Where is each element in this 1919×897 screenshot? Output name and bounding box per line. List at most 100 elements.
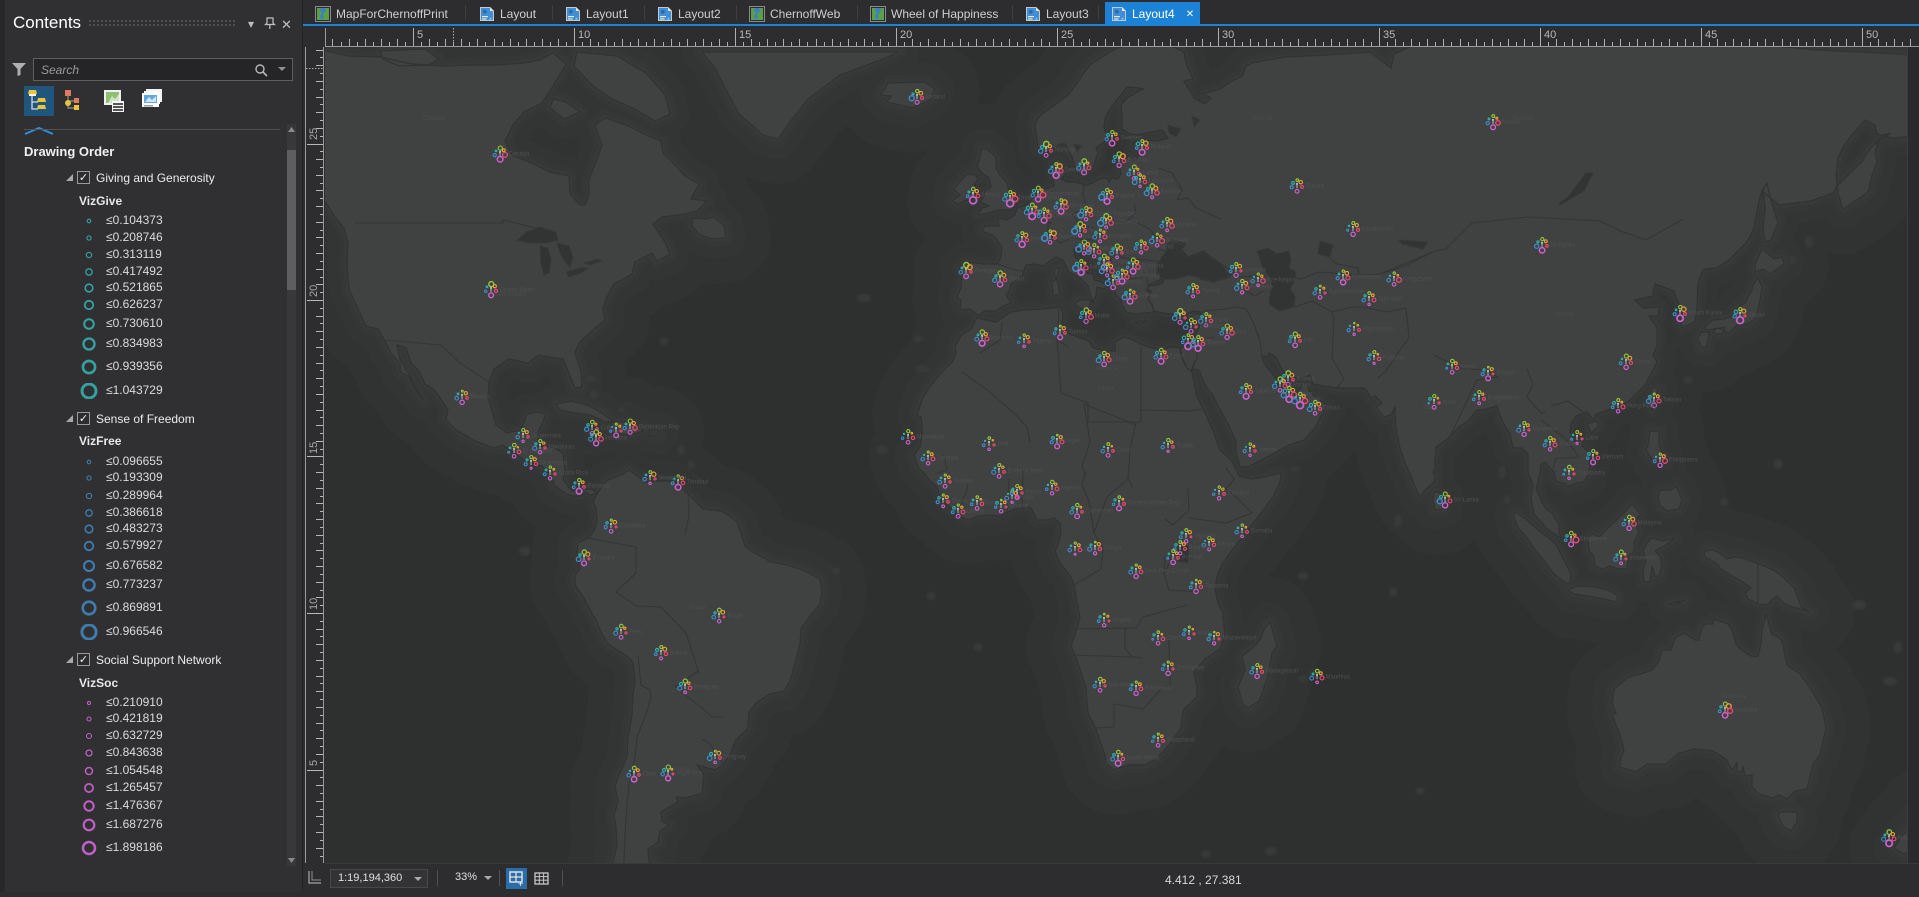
svg-text:South Africa: South Africa xyxy=(1127,756,1160,762)
svg-text:Romania: Romania xyxy=(1150,245,1175,251)
svg-text:Cameroon: Cameroon xyxy=(1086,509,1114,515)
svg-text:Canada: Canada xyxy=(423,115,446,122)
svg-text:Mozambique: Mozambique xyxy=(1223,636,1258,642)
svg-text:Chad: Chad xyxy=(1117,448,1131,454)
svg-text:Burundi: Burundi xyxy=(1182,555,1203,561)
svg-text:Lebanon: Lebanon xyxy=(1200,324,1223,330)
svg-text:Benin: Benin xyxy=(1026,490,1041,496)
svg-text:Turkey: Turkey xyxy=(1202,289,1220,295)
svg-text:Mauritius: Mauritius xyxy=(1326,675,1350,681)
svg-text:Colombia: Colombia xyxy=(620,524,646,530)
svg-text:Armenia: Armenia xyxy=(1251,285,1274,291)
svg-text:Mongolia: Mongolia xyxy=(1551,243,1576,249)
svg-text:Morocco: Morocco xyxy=(991,336,1015,342)
svg-text:Cyprus: Cyprus xyxy=(1189,315,1208,321)
svg-text:Ireland: Ireland xyxy=(982,193,1000,199)
svg-text:Honduras: Honduras xyxy=(549,445,575,451)
svg-text:Malaysia: Malaysia xyxy=(1638,521,1662,527)
svg-text:Italy: Italy xyxy=(1090,265,1101,271)
svg-text:Venezuela: Venezuela xyxy=(659,476,688,482)
svg-text:United States: United States xyxy=(500,288,536,294)
svg-text:Iraq: Iraq xyxy=(1236,330,1246,336)
svg-text:Belarus: Belarus xyxy=(1161,190,1181,196)
svg-text:Nicaragua: Nicaragua xyxy=(540,461,568,467)
svg-text:Finland: Finland xyxy=(1151,145,1171,151)
svg-text:Libya: Libya xyxy=(1113,357,1128,363)
svg-text:Madagascar: Madagascar xyxy=(1266,669,1299,675)
svg-text:Kenya: Kenya xyxy=(1218,542,1236,548)
svg-text:Swaziland: Swaziland xyxy=(1167,738,1194,744)
svg-text:Ghana: Ghana xyxy=(1010,504,1029,510)
svg-text:Sri Lanka: Sri Lanka xyxy=(1454,498,1480,504)
svg-text:Hungary: Hungary xyxy=(1109,234,1132,240)
svg-text:Sudan: Sudan xyxy=(1177,444,1194,450)
svg-text:Pakistan: Pakistan xyxy=(1383,356,1406,362)
svg-text:Hong Kong: Hong Kong xyxy=(1627,404,1657,410)
svg-text:Singapore: Singapore xyxy=(1580,537,1608,543)
svg-text:Azerbaijan: Azerbaijan xyxy=(1267,278,1295,284)
svg-text:Laos: Laos xyxy=(1586,436,1599,442)
svg-text:Bulgaria: Bulgaria xyxy=(1142,264,1165,270)
svg-text:Guinea: Guinea xyxy=(954,479,974,485)
svg-text:Iceland: Iceland xyxy=(926,95,945,101)
svg-text:+: + xyxy=(518,879,523,889)
svg-text:Nigeria: Nigeria xyxy=(1061,486,1081,492)
svg-text:Czech Republic: Czech Republic xyxy=(1095,212,1137,218)
svg-text:Portugal: Portugal xyxy=(975,269,997,275)
svg-text:Nepal: Nepal xyxy=(1461,365,1477,371)
svg-text:Bolivia: Bolivia xyxy=(670,651,688,657)
svg-text:Canada: Canada xyxy=(509,152,531,158)
svg-text:Myanmar: Myanmar xyxy=(1533,427,1558,433)
svg-text:Spain: Spain xyxy=(1009,277,1024,283)
svg-text:Peru: Peru xyxy=(630,630,643,636)
svg-text:Dem Rep Congo: Dem Rep Congo xyxy=(1145,569,1190,575)
svg-text:Guatemala: Guatemala xyxy=(532,434,562,440)
svg-text:Uzbekistan: Uzbekistan xyxy=(1352,275,1382,281)
svg-text:Argentina: Argentina xyxy=(677,771,703,777)
svg-text:Uruguay: Uruguay xyxy=(724,755,747,761)
svg-text:Mexico: Mexico xyxy=(471,395,491,401)
svg-text:Japan: Japan xyxy=(1749,313,1765,319)
svg-text:Slovakia: Slovakia xyxy=(1115,220,1138,226)
svg-text:Cambodia: Cambodia xyxy=(1578,471,1606,477)
svg-text:Yemen: Yemen xyxy=(1259,448,1277,454)
svg-text:Bhutan: Bhutan xyxy=(1497,371,1516,377)
svg-text:Sweden: Sweden xyxy=(1121,136,1143,142)
svg-text:Ethiopia: Ethiopia xyxy=(1228,491,1250,497)
svg-text:Kazakhstan: Kazakhstan xyxy=(1362,227,1393,233)
svg-text:Australia: Australia xyxy=(1734,708,1758,714)
svg-text:Malta: Malta xyxy=(1095,314,1110,320)
svg-text:China: China xyxy=(1556,311,1573,318)
svg-text:Tajikistan: Tajikistan xyxy=(1378,297,1403,303)
svg-text:Turkmenistan: Turkmenistan xyxy=(1329,290,1365,296)
svg-text:Russia: Russia xyxy=(1253,115,1273,122)
svg-text:Netherlands: Netherlands xyxy=(1047,192,1079,198)
svg-text:Moldova: Moldova xyxy=(1166,238,1189,244)
svg-text:Uganda: Uganda xyxy=(1195,534,1217,540)
svg-text:Estonia: Estonia xyxy=(1128,158,1149,164)
svg-text:Niger: Niger xyxy=(1066,439,1080,445)
svg-text:Dominican Rep: Dominican Rep xyxy=(639,425,681,431)
svg-text:Tunisia: Tunisia xyxy=(1069,330,1089,336)
svg-text:Bahrain: Bahrain xyxy=(1289,383,1310,389)
svg-text:Brazil: Brazil xyxy=(689,604,706,611)
svg-text:Panama: Panama xyxy=(588,484,611,490)
svg-text:Mali: Mali xyxy=(998,442,1009,448)
svg-text:Latvia: Latvia xyxy=(1143,171,1160,177)
svg-text:Namibia: Namibia xyxy=(1109,683,1132,689)
svg-text:Rwanda: Rwanda xyxy=(1189,546,1212,552)
svg-text:Trinidad: Trinidad xyxy=(687,480,708,486)
svg-text:Senegal: Senegal xyxy=(937,456,959,462)
svg-text:Brazil: Brazil xyxy=(728,614,743,620)
svg-text:India: India xyxy=(1423,404,1437,411)
svg-text:China: China xyxy=(1635,360,1651,366)
svg-text:Russia: Russia xyxy=(1502,120,1521,126)
svg-text:Ukraine: Ukraine xyxy=(1176,223,1197,229)
svg-text:Jordan: Jordan xyxy=(1207,341,1225,347)
svg-text:Vietnam: Vietnam xyxy=(1602,455,1624,461)
svg-text:Jamaica: Jamaica xyxy=(605,436,628,442)
svg-text:Philippines: Philippines xyxy=(1669,458,1698,464)
svg-text:Chile: Chile xyxy=(643,772,657,778)
svg-text:Bangladesh: Bangladesh xyxy=(1488,396,1520,402)
svg-text:Russia: Russia xyxy=(1306,184,1325,190)
